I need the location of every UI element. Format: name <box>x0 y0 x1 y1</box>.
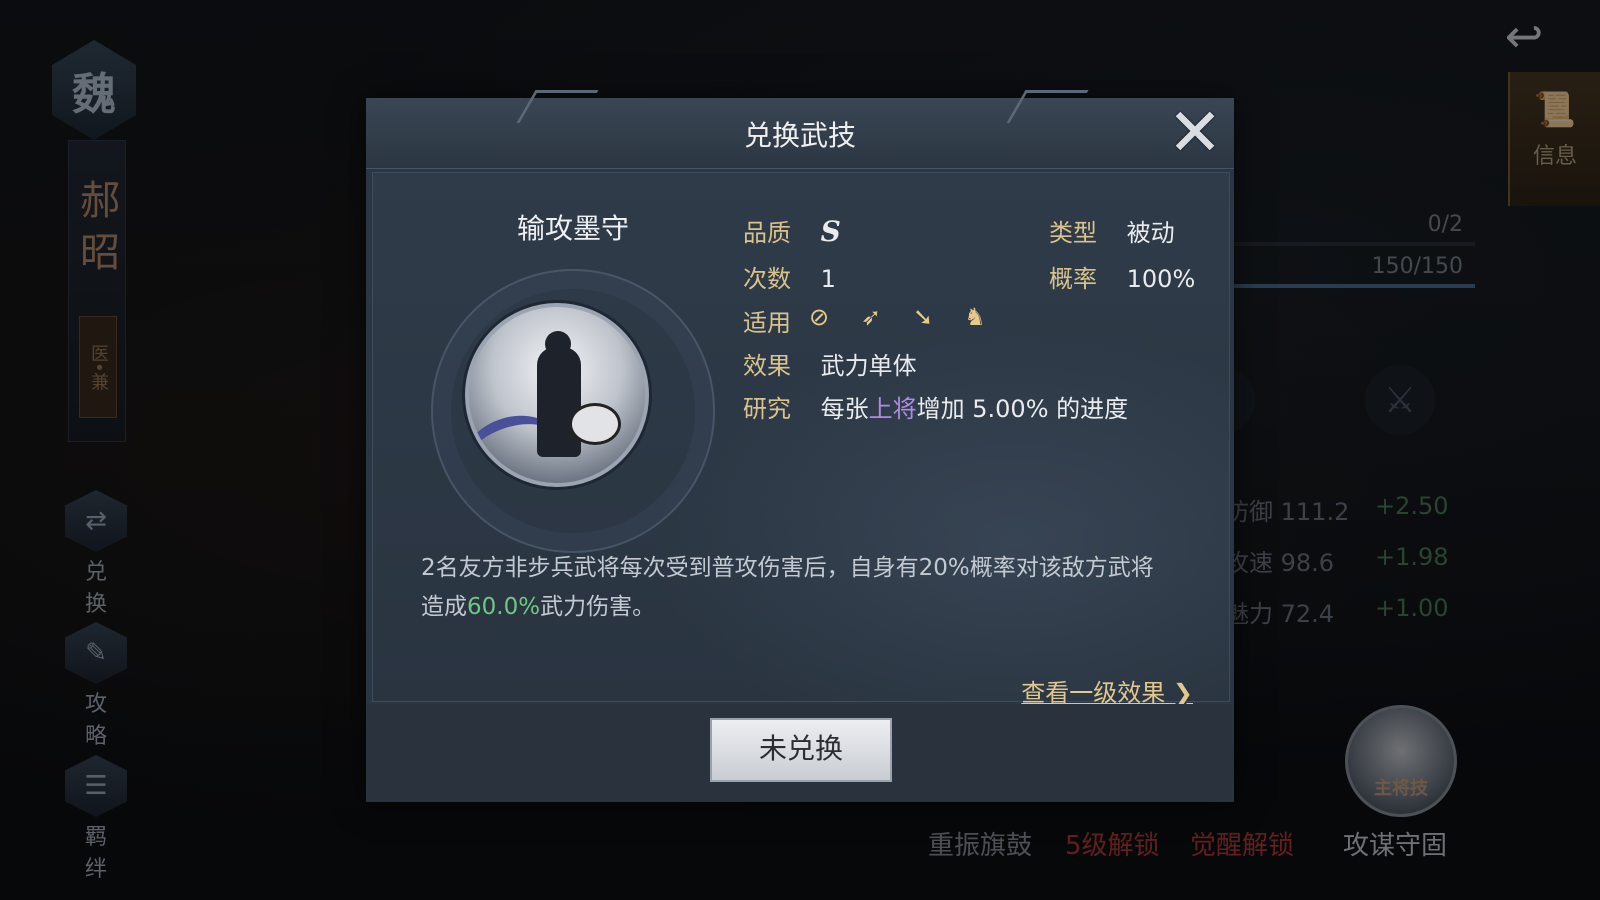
skill-description: 2名友方非步兵武将每次受到普攻伤害后，自身有20%概率对该敌方武将造成60.0%… <box>421 555 1154 620</box>
count-value: 1 <box>820 265 836 293</box>
research-row: 研究 每张上将增加 5.00% 的进度 <box>743 389 1128 424</box>
modal-body: 输攻墨守 品质 S 类型 被动 次数 1 概率 100% 适用 ⊘ ➶ ➘ ♞ … <box>372 172 1230 707</box>
effect-value: 武力单体 <box>820 352 917 380</box>
skill-portrait <box>465 303 649 487</box>
applicable-row: 适用 <box>743 303 791 338</box>
close-button[interactable]: ✕ <box>1164 100 1226 166</box>
modal-footer: 未兑换 <box>366 704 1234 802</box>
close-icon: ✕ <box>1167 94 1223 171</box>
rate-row: 概率 100% <box>1049 259 1195 294</box>
shield-troop-icon: ⊘ <box>808 303 830 331</box>
rate-value: 100% <box>1126 265 1196 293</box>
spear-troop-icon: ➘ <box>912 303 934 331</box>
exchange-skill-modal: 兑换武技 ✕ 输攻墨守 品质 S 类型 被动 次数 1 概率 100% 适用 ⊘… <box>366 90 1234 802</box>
type-value: 被动 <box>1126 219 1175 247</box>
exchange-button[interactable]: 未兑换 <box>710 718 892 782</box>
count-row: 次数 1 <box>743 259 836 294</box>
count-label: 次数 <box>743 265 791 293</box>
view-level1-effect-link[interactable]: 查看一级效果 ❯ <box>1021 673 1193 708</box>
type-row: 类型 被动 <box>1049 213 1175 248</box>
research-label: 研究 <box>743 395 791 423</box>
quality-value: S <box>820 215 841 248</box>
type-label: 类型 <box>1049 219 1097 247</box>
applicable-label: 适用 <box>743 309 791 337</box>
research-highlight: 上将 <box>868 395 917 423</box>
bow-troop-icon: ➶ <box>860 303 882 331</box>
modal-header: 兑换武技 ✕ <box>366 90 1234 169</box>
troop-icons: ⊘ ➶ ➘ ♞ <box>803 301 991 333</box>
modal-title: 兑换武技 <box>743 119 856 152</box>
research-value: 每张上将增加 5.00% 的进度 <box>820 395 1129 423</box>
quality-row: 品质 S <box>743 213 841 248</box>
effect-row: 效果 武力单体 <box>743 346 917 381</box>
description-highlight: 60.0% <box>467 594 541 620</box>
quality-label: 品质 <box>743 219 791 247</box>
cavalry-troop-icon: ♞ <box>964 303 986 331</box>
effect-label: 效果 <box>743 352 791 380</box>
rate-label: 概率 <box>1049 265 1097 293</box>
skill-name: 输攻墨守 <box>516 212 629 245</box>
chevron-right-icon: ❯ <box>1172 679 1193 707</box>
